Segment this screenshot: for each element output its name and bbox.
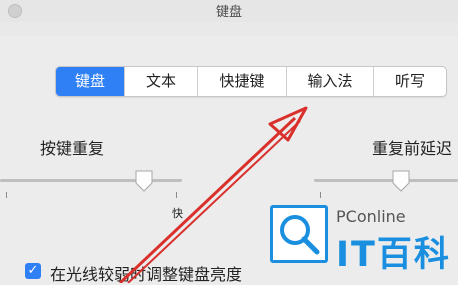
magnifier-icon: [280, 215, 320, 255]
watermark-logo: [270, 205, 328, 263]
watermark-brand-big: IT百科: [336, 235, 451, 275]
watermark-brand-small: PConline: [336, 207, 406, 226]
